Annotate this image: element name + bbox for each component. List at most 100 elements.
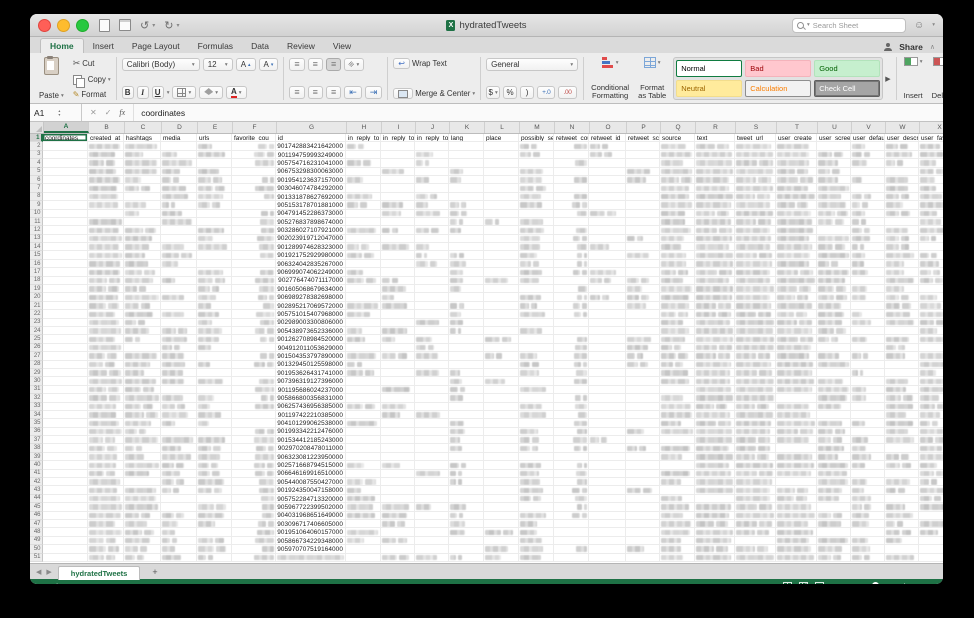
cell-V3[interactable] (851, 151, 885, 159)
cell-K29[interactable] (449, 369, 484, 377)
cell-A12[interactable] (43, 226, 88, 234)
sheet-nav-left-icon[interactable]: ◀ (36, 568, 41, 576)
cell-R43[interactable] (695, 486, 735, 494)
cell-Q23[interactable] (660, 319, 695, 327)
cell-T13[interactable] (776, 235, 817, 243)
cell-J37[interactable] (415, 436, 449, 444)
ribbon-tab-page-layout[interactable]: Page Layout (123, 39, 189, 53)
cell-F5[interactable] (232, 168, 276, 176)
cell-C10[interactable] (124, 210, 161, 218)
cell-T38[interactable] (776, 444, 817, 452)
cell-X35[interactable] (919, 419, 943, 427)
cell-D8[interactable] (161, 193, 197, 201)
cell-E30[interactable] (197, 377, 232, 385)
cell-E36[interactable] (197, 428, 232, 436)
cell-E5[interactable] (197, 168, 232, 176)
cell-S1[interactable]: tweet_url (735, 134, 776, 142)
cell-Q32[interactable] (660, 394, 695, 402)
cell-X46[interactable] (919, 512, 943, 520)
cell-X38[interactable] (919, 444, 943, 452)
cell-H24[interactable] (346, 327, 381, 335)
cell-S34[interactable] (735, 411, 776, 419)
cell-P7[interactable] (626, 184, 660, 192)
cell-N40[interactable] (554, 461, 589, 469)
cell-C7[interactable] (124, 184, 161, 192)
cell-X49[interactable] (919, 537, 943, 545)
cell-K50[interactable] (449, 545, 484, 553)
cell-Q41[interactable] (660, 470, 695, 478)
cell-J16[interactable] (415, 260, 449, 268)
cell-I3[interactable] (381, 151, 415, 159)
cell-M31[interactable] (519, 386, 554, 394)
cell-B37[interactable] (88, 436, 124, 444)
cell-D27[interactable] (161, 352, 197, 360)
cell-W26[interactable] (885, 344, 919, 352)
row-number-30[interactable]: 30 (30, 377, 43, 385)
cell-H18[interactable] (346, 277, 381, 285)
cell-Q3[interactable] (660, 151, 695, 159)
cell-Q43[interactable] (660, 486, 695, 494)
cell-P4[interactable] (626, 159, 660, 167)
cell-Q26[interactable] (660, 344, 695, 352)
row-number-1[interactable]: 1 (30, 134, 43, 142)
cell-N21[interactable] (554, 302, 589, 310)
cell-D41[interactable] (161, 470, 197, 478)
cell-H22[interactable] (346, 310, 381, 318)
cell-W15[interactable] (885, 251, 919, 259)
cell-I51[interactable] (381, 554, 415, 562)
cell-X44[interactable] (919, 495, 943, 503)
cell-C36[interactable] (124, 428, 161, 436)
cell-F29[interactable] (232, 369, 276, 377)
cell-W46[interactable] (885, 512, 919, 520)
cell-C12[interactable] (124, 226, 161, 234)
cell-U30[interactable] (817, 377, 851, 385)
cell-W34[interactable] (885, 411, 919, 419)
cell-N32[interactable] (554, 394, 589, 402)
cell-E11[interactable] (197, 218, 232, 226)
cell-D34[interactable] (161, 411, 197, 419)
cell-J11[interactable] (415, 218, 449, 226)
cell-L8[interactable] (484, 193, 519, 201)
cell-F11[interactable] (232, 218, 276, 226)
cell-I7[interactable] (381, 184, 415, 192)
cell-O41[interactable] (589, 470, 626, 478)
cell-L13[interactable] (484, 235, 519, 243)
cell-D22[interactable] (161, 310, 197, 318)
cell-A48[interactable] (43, 528, 88, 536)
wrap-text-button[interactable]: ↩Wrap Text (393, 58, 475, 69)
cell-R16[interactable] (695, 260, 735, 268)
cell-B15[interactable] (88, 251, 124, 259)
cell-V34[interactable] (851, 411, 885, 419)
gallery-more-arrow[interactable]: ▶ (885, 75, 890, 83)
cell-R20[interactable] (695, 293, 735, 301)
cell-I13[interactable] (381, 235, 415, 243)
cell-H44[interactable] (346, 495, 381, 503)
cell-A14[interactable] (43, 243, 88, 251)
cell-I12[interactable] (381, 226, 415, 234)
cell-M14[interactable] (519, 243, 554, 251)
cell-R42[interactable] (695, 478, 735, 486)
cell-W36[interactable] (885, 428, 919, 436)
cell-I6[interactable] (381, 176, 415, 184)
cell-B39[interactable] (88, 453, 124, 461)
cell-A33[interactable] (43, 403, 88, 411)
cell-C13[interactable] (124, 235, 161, 243)
delete-cells-button[interactable]: ▾ Delete (930, 56, 943, 101)
cell-U43[interactable] (817, 486, 851, 494)
cell-M41[interactable] (519, 470, 554, 478)
cell-P18[interactable] (626, 277, 660, 285)
cell-B27[interactable] (88, 352, 124, 360)
cell-M36[interactable] (519, 428, 554, 436)
cell-J4[interactable] (415, 159, 449, 167)
cell-K49[interactable] (449, 537, 484, 545)
cell-H16[interactable] (346, 260, 381, 268)
cell-V48[interactable] (851, 528, 885, 536)
cell-R29[interactable] (695, 369, 735, 377)
cell-S14[interactable] (735, 243, 776, 251)
cell-J1[interactable]: in_reply_to_ (415, 134, 449, 142)
cell-C43[interactable] (124, 486, 161, 494)
cell-R10[interactable] (695, 210, 735, 218)
cell-J17[interactable] (415, 268, 449, 276)
cell-C34[interactable] (124, 411, 161, 419)
cell-L14[interactable] (484, 243, 519, 251)
